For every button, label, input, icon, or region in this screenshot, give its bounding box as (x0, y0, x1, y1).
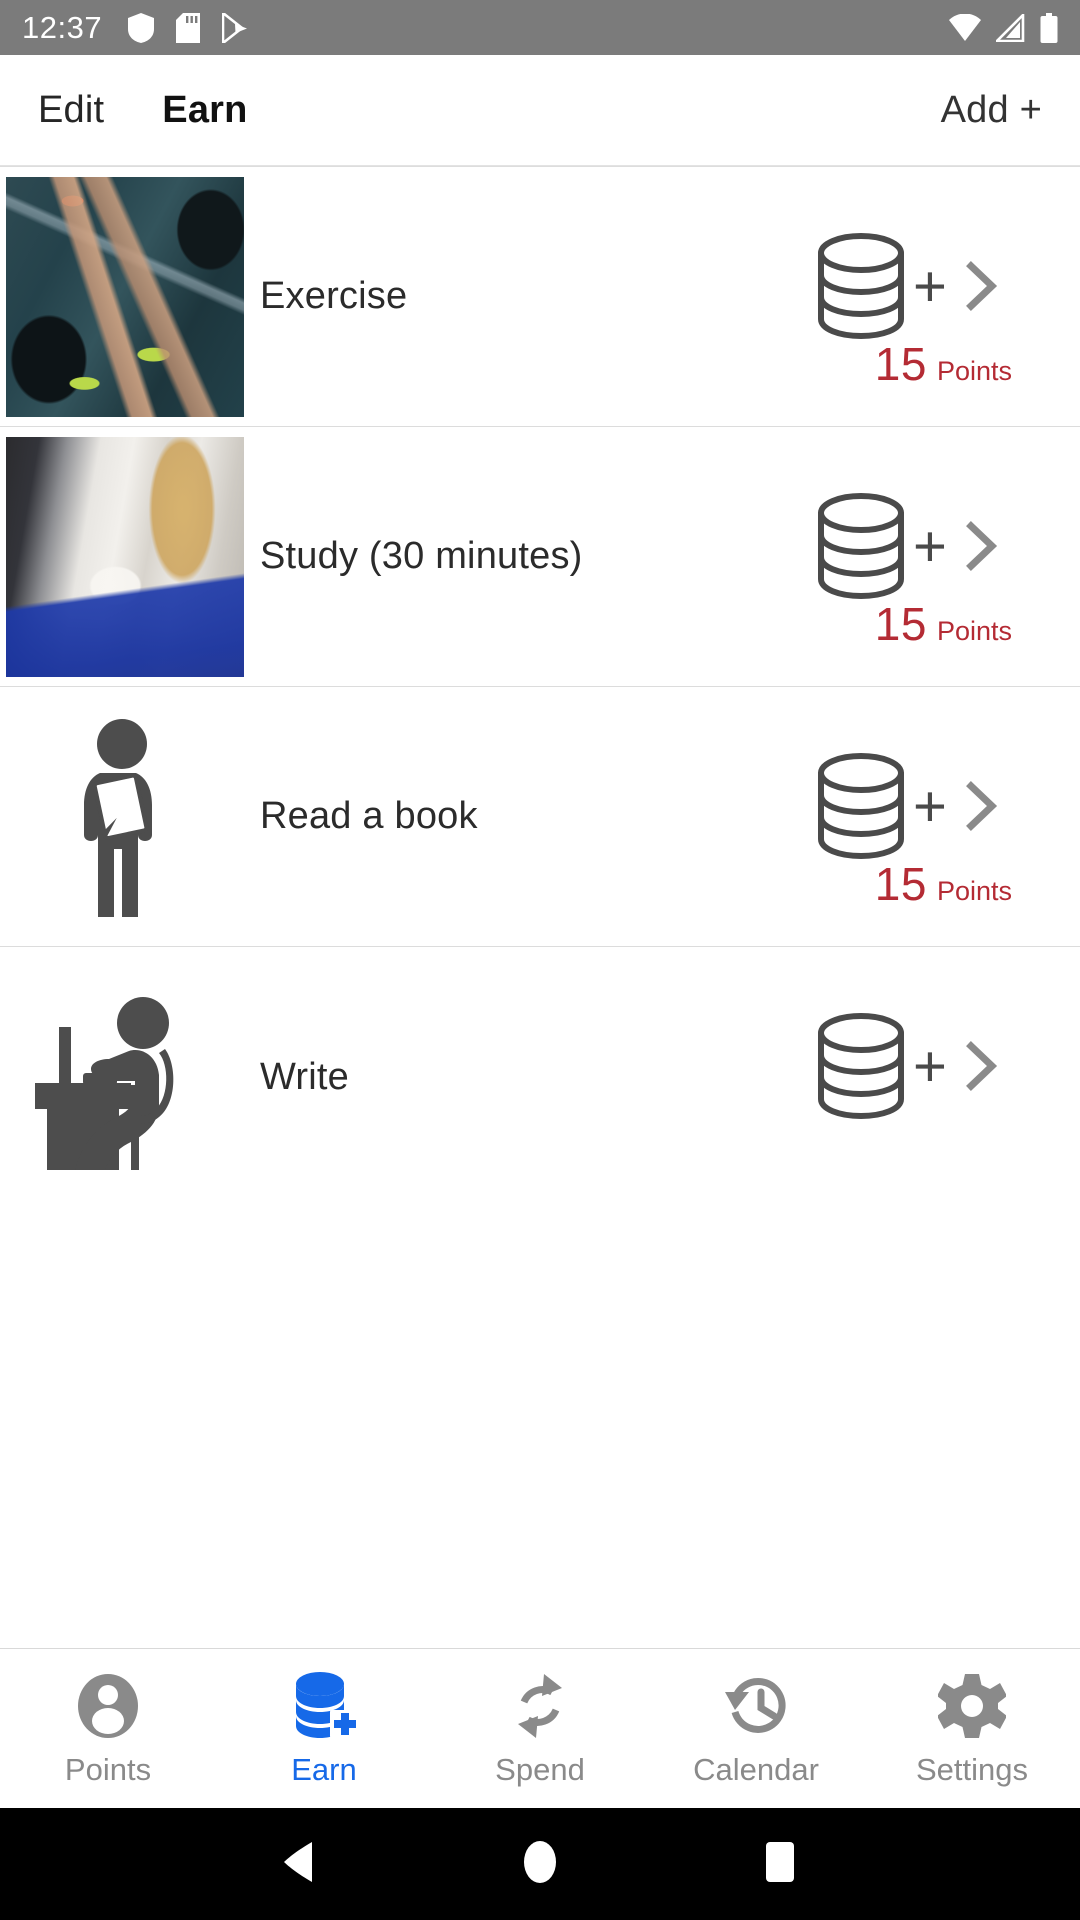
account-circle-icon (75, 1670, 141, 1742)
nav-label-earn: Earn (291, 1751, 357, 1787)
chevron-right-icon[interactable] (965, 260, 999, 312)
cellular-signal-icon (996, 13, 1025, 42)
plus-sign-icon[interactable]: + (913, 517, 947, 576)
page-title: Earn (162, 88, 248, 131)
list-item-actions: + (815, 947, 1080, 1207)
activity-thumbnail (6, 697, 244, 937)
points-value-group: 15 Points (875, 597, 1012, 651)
add-points-control[interactable]: + (815, 491, 999, 601)
nav-label-settings: Settings (915, 1751, 1028, 1787)
nav-item-settings[interactable]: Settings (864, 1649, 1080, 1808)
nav-label-points: Points (64, 1751, 152, 1787)
earn-activity-list[interactable]: Exercise + 15 Points Study (30 minutes) … (0, 166, 1080, 1402)
wifi-icon (949, 13, 981, 41)
activity-thumbnail (6, 957, 244, 1197)
back-triangle-icon[interactable] (280, 1840, 320, 1889)
list-item-actions: + 15 Points (815, 427, 1080, 687)
add-points-control[interactable]: + (815, 751, 999, 861)
plus-sign-icon[interactable]: + (913, 777, 947, 836)
points-value: 15 (874, 857, 927, 910)
chevron-right-icon[interactable] (965, 780, 999, 832)
points-label: Points (936, 875, 1012, 906)
list-item-actions: + 15 Points (815, 167, 1080, 427)
nav-label-spend: Spend (495, 1751, 585, 1787)
coin-stack-plus-icon[interactable] (815, 1011, 907, 1121)
chevron-right-icon[interactable] (965, 1040, 999, 1092)
plus-sign-icon[interactable]: + (913, 1038, 947, 1096)
add-points-control[interactable]: + (815, 231, 999, 341)
sd-card-icon (176, 12, 201, 43)
add-button[interactable]: Add + (941, 89, 1042, 132)
nav-item-spend[interactable]: Spend (432, 1649, 648, 1808)
list-item-title: Exercise (260, 275, 408, 317)
list-item-title: Write (260, 1055, 349, 1098)
recents-square-icon[interactable] (760, 1839, 800, 1890)
points-label: Points (936, 355, 1012, 386)
shield-icon (128, 12, 155, 43)
android-system-navigation (0, 1808, 1080, 1920)
person-at-desk-writing-icon (35, 996, 174, 1170)
points-value-group: 15 Points (875, 337, 1012, 391)
list-item-media (0, 947, 250, 1207)
status-bar-left-icons (128, 12, 248, 43)
list-item-actions: + 15 Points (815, 687, 1080, 947)
list-item-media (0, 427, 250, 687)
coin-stack-plus-icon (290, 1670, 358, 1742)
list-item-media (0, 687, 250, 947)
add-points-control[interactable]: + (815, 1011, 999, 1121)
plus-sign-icon[interactable]: + (913, 257, 947, 316)
play-store-icon (222, 12, 248, 43)
status-bar-right-icons (948, 12, 1058, 43)
points-value: 15 (874, 337, 927, 390)
nav-label-calendar: Calendar (693, 1751, 819, 1787)
activity-thumbnail (6, 436, 244, 677)
history-clock-icon (721, 1670, 791, 1742)
coin-stack-plus-icon[interactable] (815, 231, 907, 341)
battery-icon (1040, 12, 1058, 43)
list-item-title: Study (30 minutes) (260, 535, 583, 577)
points-value: 15 (874, 597, 927, 650)
nav-item-calendar[interactable]: Calendar (648, 1649, 864, 1808)
list-item[interactable]: Exercise + 15 Points (0, 167, 1080, 427)
nav-item-points[interactable]: Points (0, 1649, 216, 1808)
status-bar: 12:37 (0, 0, 1080, 55)
points-label: Points (936, 615, 1012, 646)
edit-button[interactable]: Edit (38, 89, 104, 132)
list-item-media (0, 167, 250, 427)
nav-item-earn[interactable]: Earn (216, 1649, 432, 1808)
bottom-navigation-bar: Points Earn Spend Calendar Settings (0, 1648, 1080, 1808)
list-item[interactable]: Read a book + 15 Points (0, 687, 1080, 947)
study-desk-photo (6, 436, 244, 677)
list-item[interactable]: Write + (0, 947, 1080, 1207)
status-bar-time: 12:37 (22, 9, 103, 45)
coin-stack-plus-icon[interactable] (815, 751, 907, 861)
gym-barbell-photo (6, 176, 244, 417)
coin-stack-plus-icon[interactable] (815, 491, 907, 601)
chevron-right-icon[interactable] (965, 520, 999, 572)
sync-arrows-icon (508, 1670, 572, 1742)
gear-icon (938, 1670, 1006, 1742)
activity-thumbnail (6, 176, 244, 417)
points-value-group: 15 Points (875, 857, 1012, 911)
list-item[interactable]: Study (30 minutes) + 15 Points (0, 427, 1080, 687)
person-reading-book-icon (84, 718, 152, 917)
app-bar: Edit Earn Add + (0, 55, 1080, 166)
list-item-title: Read a book (260, 795, 478, 837)
home-circle-icon[interactable] (520, 1839, 560, 1890)
